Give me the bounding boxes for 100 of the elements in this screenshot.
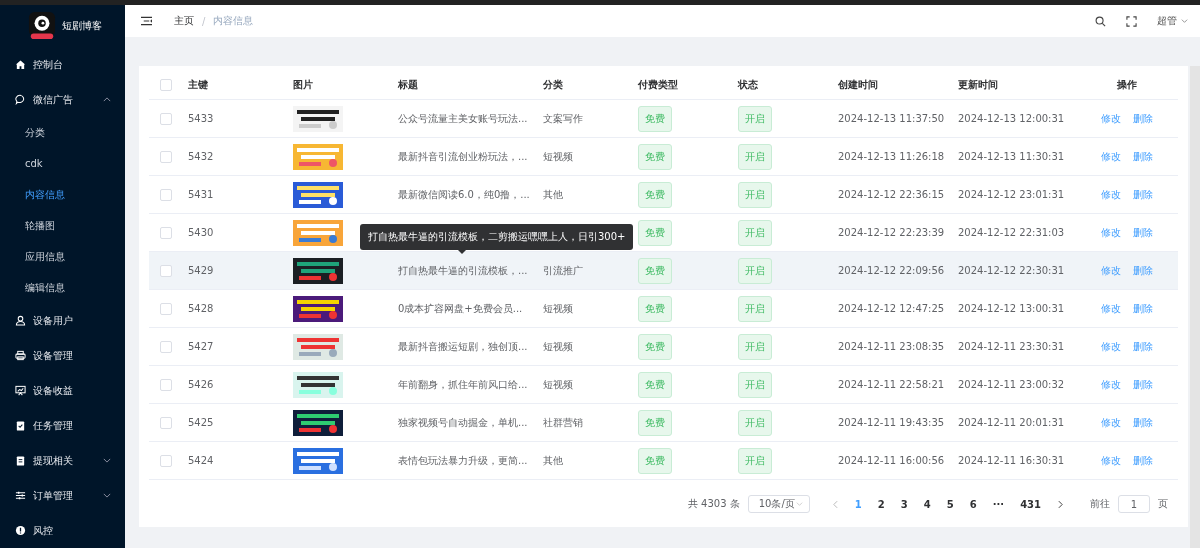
search-icon[interactable] [1095,15,1106,27]
table-row[interactable]: 5429 打自热最牛逼的引流模板，... 引流推广 免费 开启 2024-12-12 22:09:56 2024-12-12 22:30:31 修改 删除 [149,252,1178,290]
checkbox[interactable] [160,264,172,277]
fullscreen-icon[interactable] [1126,15,1137,27]
table-cell: 2024-12-11 22:58:21 [838,379,945,390]
menu-item[interactable]: 设备收益 [0,373,125,408]
table-cell: 短视频 [543,301,573,316]
page-button[interactable]: 5 [942,498,958,510]
page-size-select[interactable]: 10条/页 [747,495,810,513]
table-cell: 2024-12-11 16:00:56 [838,455,945,466]
table-row[interactable]: 5427 最新抖音搬运短剧，独创顶... 短视频 免费 开启 2024-12-11 23:08:35 2024-12-11 23:30:31 修改 删除 [149,328,1178,366]
table-cell: 5426 [188,379,214,390]
table-cell: 5425 [188,417,214,428]
page-button[interactable]: 2 [873,498,889,510]
pay-tag: 免费 [638,409,672,436]
menu-item[interactable]: 设备用户 [0,303,125,338]
chart-icon [15,385,26,396]
table-cell: 表情包玩法暴力升级，更简... [398,453,528,468]
status-tag: 开启 [738,447,772,474]
home-icon [15,59,26,70]
goto-label: 前往 [1090,497,1110,511]
submenu-item[interactable]: 编辑信息 [0,272,125,303]
checkbox[interactable] [160,340,172,353]
checkbox[interactable] [160,150,172,163]
table-row[interactable]: 5430 打自热最牛逼的引流模板，二剪搬运嘿嘿上人，日引300+ 免费 开启 2024-12-12 22:23:39 2024-12-12 22:31:03 修改 删除 [149,214,1178,252]
column-header: 状态 [738,77,758,92]
table-row[interactable]: 5431 最新微信阅读6.0，纯0撸，... 其他 免费 开启 2024-12-12 22:36:15 2024-12-12 23:01:31 修改 删除 [149,176,1178,214]
pay-tag: 免费 [638,295,672,322]
menu-icon[interactable] [141,16,152,26]
logo-icon [28,12,56,40]
table-cell: 短视频 [543,377,573,392]
pay-tag: 免费 [638,181,672,208]
checkbox[interactable] [160,112,172,125]
table-cell: 社群营销 [543,415,583,430]
table-cell: 2024-12-12 22:30:31 [958,265,1065,276]
total-count: 共 4303 条 [687,497,740,511]
table-row[interactable]: 5424 表情包玩法暴力升级，更简... 其他 免费 开启 2024-12-11 16:00:56 2024-12-11 16:30:31 修改 删除 [149,442,1178,480]
page-input[interactable]: 1 [1118,495,1150,513]
column-header: 更新时间 [958,77,998,92]
logo-text: 短剧博客 [62,19,102,33]
page-button[interactable]: 4 [919,498,935,510]
checkbox[interactable] [160,454,172,467]
pay-tag: 免费 [638,447,672,474]
submenu-item[interactable]: 轮播图 [0,210,125,241]
table-cell: 2024-12-12 12:47:25 [838,303,945,314]
pay-tag: 免费 [638,333,672,360]
table-row[interactable]: 5432 最新抖音引流创业粉玩法，... 短视频 免费 开启 2024-12-13 11:26:18 2024-12-13 11:30:31 修改 删除 [149,138,1178,176]
menu-item[interactable]: 提现相关 [0,443,125,478]
table-cell: 短视频 [543,149,573,164]
page-button[interactable]: 3 [896,498,912,510]
submenu-item[interactable]: 应用信息 [0,241,125,272]
column-header: 分类 [543,77,563,92]
checkbox[interactable] [160,378,172,391]
table-cell: 2024-12-13 11:37:50 [838,113,945,124]
table-cell: 2024-12-12 23:01:31 [958,189,1065,200]
caret-down-icon [1181,19,1188,23]
page-suffix: 页 [1158,497,1168,511]
submenu-item[interactable]: 分类 [0,117,125,148]
menu-item[interactable]: 控制台 [0,47,125,82]
table-row[interactable]: 5428 0成本扩容网盘+免费会员... 短视频 免费 开启 2024-12-12 12:47:25 2024-12-12 13:00:31 修改 删除 [149,290,1178,328]
menu-item[interactable]: 微信广告 [0,82,125,117]
table-cell: 2024-12-12 22:23:39 [838,227,945,238]
table-row[interactable]: 5426 年前翻身，抓住年前风口给... 短视频 免费 开启 2024-12-11 22:58:21 2024-12-11 23:00:32 修改 删除 [149,366,1178,404]
clip-icon [15,455,26,466]
table-cell: 2024-12-11 23:30:31 [958,341,1065,352]
checkbox[interactable] [160,416,172,429]
table-cell: 其他 [543,187,563,202]
pay-tag: 免费 [638,105,672,132]
submenu-item[interactable]: 内容信息 [0,179,125,210]
menu-item[interactable]: 风控 [0,513,125,548]
column-header: 图片 [293,77,313,92]
menu-item[interactable]: 任务管理 [0,408,125,443]
user-icon [15,315,26,326]
checkbox[interactable] [160,188,172,201]
table-row[interactable]: 5433 公众号流量主美女账号玩法... 文案写作 免费 开启 2024-12-13 11:37:50 2024-12-13 12:00:31 修改 删除 [149,100,1178,138]
next-page-icon[interactable] [1058,499,1063,509]
table-cell: 2024-12-13 11:26:18 [838,151,945,162]
table-cell: 2024-12-12 22:31:03 [958,227,1065,238]
status-tag: 开启 [738,181,772,208]
previous-page-icon[interactable] [832,499,838,509]
table-cell: 短视频 [543,339,573,354]
checkbox[interactable] [160,226,172,239]
task-icon [15,420,26,431]
checkbox[interactable] [160,78,172,91]
table-cell: 最新抖音搬运短剧，独创顶... [398,339,528,354]
status-tag: 开启 [738,295,772,322]
table-cell: 公众号流量主美女账号玩法... [398,111,528,126]
menu-item[interactable]: 设备管理 [0,338,125,373]
table-cell: 引流推广 [543,263,583,278]
checkbox[interactable] [160,302,172,315]
page-button[interactable]: 6 [965,498,981,510]
table-cell: 5428 [188,303,214,314]
breadcrumb-item[interactable]: 主页 [174,14,194,28]
column-header: 操作 [1116,77,1137,92]
menu-item[interactable]: 订单管理 [0,478,125,513]
submenu-item[interactable]: cdk [0,148,125,179]
page-button[interactable]: ··· [988,498,1009,510]
page-button[interactable]: 431 [1016,498,1045,510]
user-menu[interactable]: 超管 [1157,14,1188,28]
table-row[interactable]: 5425 独家视频号自动掘金，单机... 社群营销 免费 开启 2024-12-11 19:43:35 2024-12-11 20:01:31 修改 删除 [149,404,1178,442]
